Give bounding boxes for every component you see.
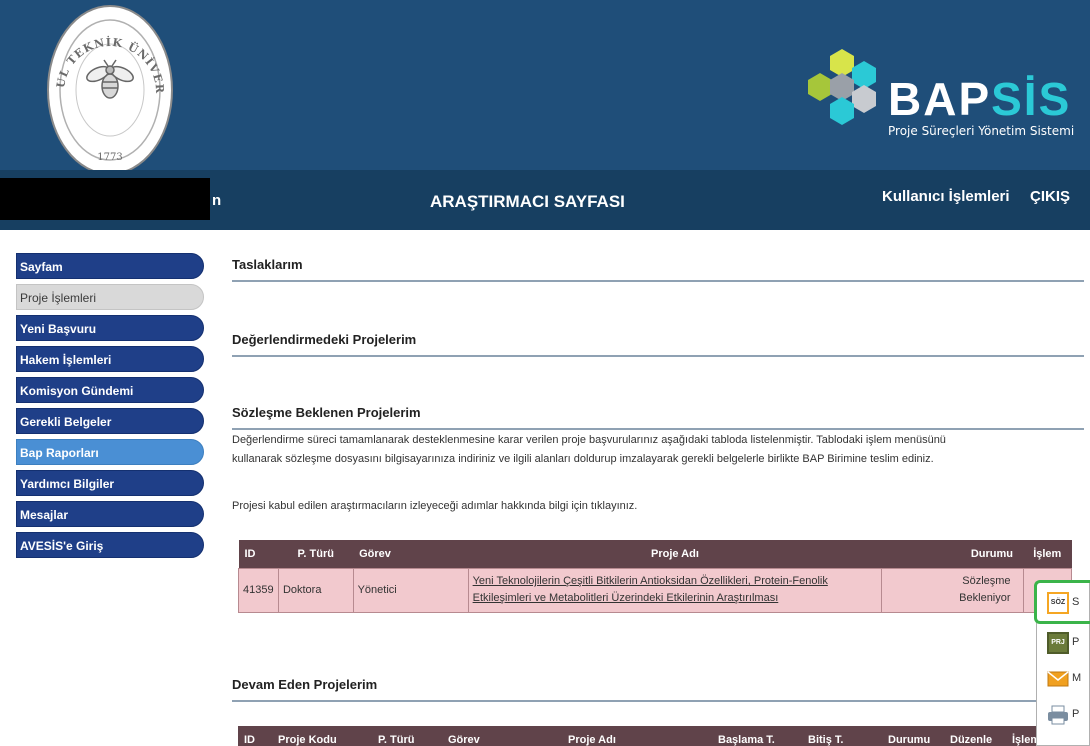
page-title: ARAŞTIRMACI SAYFASI [430,192,625,211]
sidebar-item-gerekli-belgeler[interactable]: Gerekli Belgeler [16,408,204,434]
user-name-tail: n [212,192,222,209]
status-line2: Bekleniyor [959,592,1011,604]
bapsis-logo: BAPSİS Proje Süreçleri Yönetim Sistemi [808,44,1088,154]
contract-description-line2: kullanarak sözleşme dosyasını bilgisayar… [232,453,934,465]
col-header-status: Durumu [881,540,1024,568]
popup-item-soz-label[interactable]: S [1072,596,1079,608]
seal-year: 1773 [97,152,122,163]
mail-icon[interactable] [1047,668,1069,690]
sidebar-item-bap-raporlari[interactable]: Bap Raporları [16,439,204,465]
section-divider [232,280,1084,282]
col-header-id: ID [238,726,272,746]
col-header-status: Durumu [882,726,944,746]
sidebar-item-yardimci-bilgiler[interactable]: Yardımcı Bilgiler [16,470,204,496]
ongoing-section-title: Devam Eden Projelerim [232,677,378,692]
evaluating-section-title: Değerlendirmedeki Projelerim [232,332,417,347]
table-row: 41359 Doktora Yönetici Yeni Teknolojiler… [238,567,1073,613]
contract-description-line1: Değerlendirme süreci tamamlanarak destek… [232,434,946,446]
sidebar-item-komisyon-gundemi[interactable]: Komisyon Gündemi [16,377,204,403]
contract-projects-table: ID P. Türü Görev Proje Adı Durumu İşlem … [238,540,1073,613]
status-line1: Sözleşme [962,575,1011,587]
logout-link[interactable]: ÇIKIŞ [1030,188,1070,205]
popup-item-print-label[interactable]: P [1072,708,1079,720]
ongoing-projects-table: ID Proje Kodu P. Türü Görev Proje Adı Ba… [238,726,1072,746]
col-header-role: Görev [442,726,562,746]
cell-status: Sözleşme Bekleniyor [881,567,1024,613]
col-header-action: İşlem [1023,540,1072,568]
sidebar-item-mesajlar[interactable]: Mesajlar [16,501,204,527]
sidebar-item-avesis-giris[interactable]: AVESİS'e Giriş [16,532,204,558]
redacted-user-name [0,178,210,220]
col-header-project-code: Proje Kodu [272,726,372,746]
top-bar: n ARAŞTIRMACI SAYFASI Kullanıcı İşlemler… [0,170,1090,230]
info-link[interactable]: Projesi kabul edilen araştırmacıların iz… [232,497,1084,516]
table-header-row: ID P. Türü Görev Proje Adı Durumu İşlem [238,540,1072,568]
col-header-project-name: Proje Adı [468,540,882,568]
drafts-section-title: Taslaklarım [232,257,303,272]
soz-document-icon[interactable]: SÖZ [1047,592,1069,614]
prj-document-icon[interactable]: PRJ [1047,632,1069,654]
section-divider [232,355,1084,357]
university-seal-logo: İSTANBUL TEKNİK ÜNİVERSİTESİ 1773 [44,2,173,175]
col-header-type: P. Türü [372,726,442,746]
sidebar-item-sayfam[interactable]: Sayfam [16,253,204,279]
popup-item-mail-label[interactable]: M [1072,672,1081,684]
col-header-edit: Düzenle [944,726,1006,746]
popup-item-prj-label[interactable]: P [1072,636,1079,648]
table-header-row: ID Proje Kodu P. Türü Görev Proje Adı Ba… [238,726,1072,746]
col-header-project-name: Proje Adı [562,726,712,746]
contract-section-title: Sözleşme Beklenen Projelerim [232,405,421,420]
print-icon[interactable] [1047,704,1069,726]
section-divider [232,700,1084,702]
brand-name-part2: SİS [991,73,1072,125]
cell-role: Yönetici [352,567,469,613]
project-name-link-line1[interactable]: Yeni Teknolojilerin Çeşitli Bitkilerin A… [473,575,828,587]
brand-name-part1: BAP [888,73,992,125]
section-divider [232,428,1084,430]
user-operations-link[interactable]: Kullanıcı İşlemleri [882,188,1010,205]
col-header-id: ID [238,540,279,568]
cell-id: 41359 [238,567,279,613]
col-header-role: Görev [353,540,469,568]
col-header-end-date: Bitiş T. [802,726,882,746]
sidebar-item-hakem-islemleri[interactable]: Hakem İşlemleri [16,346,204,372]
sidebar-item-yeni-basvuru[interactable]: Yeni Başvuru [16,315,204,341]
col-header-start-date: Başlama T. [712,726,802,746]
project-name-link-line2[interactable]: Etkileşimleri ve Metabolitleri Üzerindek… [473,592,779,604]
cell-type: Doktora [277,567,354,613]
col-header-type: P. Türü [278,540,354,568]
sidebar-menu: Sayfam Proje İşlemleri Yeni Başvuru Hake… [16,253,204,563]
sidebar-item-proje-islemleri[interactable]: Proje İşlemleri [16,284,204,310]
cell-project-name: Yeni Teknolojilerin Çeşitli Bitkilerin A… [467,567,883,613]
hexagon-logo-icon [808,49,876,125]
page-header: İSTANBUL TEKNİK ÜNİVERSİTESİ 1773 BAPSİS… [0,0,1090,175]
brand-subtitle: Proje Süreçleri Yönetim Sistemi [888,124,1075,138]
